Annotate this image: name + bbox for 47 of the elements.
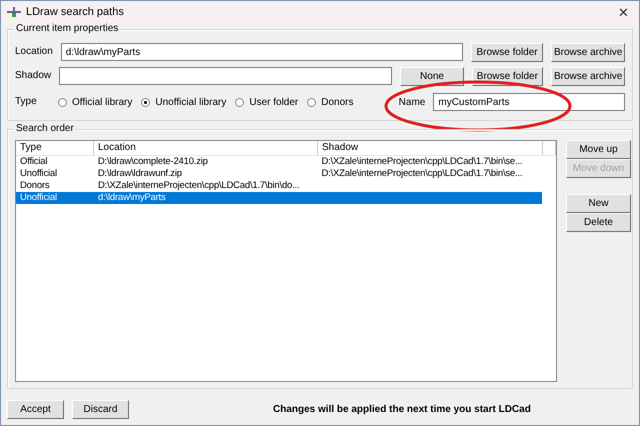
info-message: Changes will be applied the next time you start LDCad [273, 404, 531, 415]
group-title: Current item properties [14, 23, 120, 34]
column-header[interactable]: Type [16, 141, 94, 155]
browse-button[interactable]: Browse folder [471, 42, 543, 62]
browse-button[interactable]: Browse archive [551, 66, 625, 86]
field-label: Name [398, 96, 426, 108]
list-cell-text: Unofficial [19, 168, 58, 180]
radio-label[interactable]: Donors [321, 96, 354, 108]
list-action-button[interactable]: Move up [566, 140, 631, 159]
path-field[interactable] [58, 67, 392, 85]
list-cell-text: D:\ldraw\complete-2410.zip [96, 156, 209, 168]
radio-button[interactable] [235, 98, 244, 106]
browse-button[interactable]: Browse archive [551, 42, 625, 62]
name-field[interactable]: myCustomParts [433, 93, 625, 111]
list-cell-text: Unofficial [19, 192, 58, 204]
list-cell-text: Official [19, 156, 48, 168]
dialog-button[interactable]: Discard [72, 400, 129, 419]
list-cell-text: d:\ldraw\myParts [97, 192, 167, 204]
dialog-button[interactable]: Accept [7, 400, 64, 419]
window-title: LDraw search paths [26, 6, 125, 18]
app-icon [7, 7, 21, 17]
field-label: Type [15, 96, 38, 108]
column-header[interactable]: Location [94, 141, 318, 155]
list-row[interactable]: Unofficial d:\ldraw\myParts [16, 192, 542, 204]
column-header[interactable]: Shadow [318, 141, 543, 155]
radio-label[interactable]: User folder [249, 96, 298, 108]
list-cell-text: D:\ldraw\ldrawunf.zip [96, 168, 183, 180]
radio-label[interactable]: Official library [72, 96, 132, 108]
list-cell-text: D:\XZale\interneProjecten\cpp\LDCad\1.7\bin\se... [320, 168, 524, 180]
path-field[interactable]: d:\ldraw\myParts [60, 43, 464, 61]
radio-button[interactable] [58, 98, 67, 106]
group-title: Search order [14, 123, 76, 134]
list-cell-text: Donors [19, 180, 50, 192]
list-cell-text: D:\XZale\interneProjecten\cpp\LDCad\1.7\bin\se... [320, 156, 524, 168]
field-label: Location [15, 46, 53, 58]
list-row[interactable]: Official D:\ldraw\complete-2410.zip D:\XZale\interneProjecten\cpp\LDCad\1.7\bin\se... [16, 156, 542, 168]
close-icon[interactable]: ✕ [618, 4, 629, 20]
radio-button[interactable] [307, 98, 316, 106]
browse-button[interactable]: None [400, 66, 464, 86]
radio-label[interactable]: Unofficial library [155, 96, 226, 108]
list-action-button[interactable]: New [566, 194, 631, 213]
list-cell-text: D:\XZale\interneProjecten\cpp\LDCad\1.7\bin\do... [97, 180, 300, 192]
list-row[interactable]: Unofficial D:\ldraw\ldrawunf.zip D:\XZale\interneProjecten\cpp\LDCad\1.7\bin\se... [16, 168, 542, 180]
field-label: Shadow [15, 70, 51, 82]
list-row[interactable]: Donors D:\XZale\interneProjecten\cpp\LDCad\1.7\bin\do... [16, 180, 542, 192]
list-action-button[interactable]: Delete [566, 213, 631, 232]
radio-button[interactable] [141, 98, 150, 106]
